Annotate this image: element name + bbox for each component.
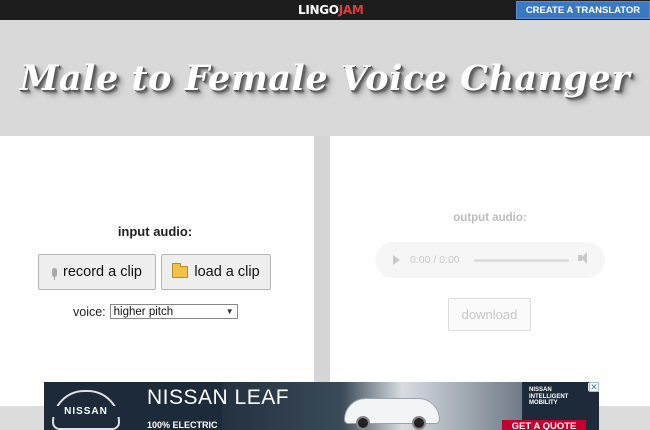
wheel-icon: [412, 416, 426, 430]
logo-accent-text: JAM: [338, 3, 364, 17]
ad-subline: 100% ELECTRIC: [147, 420, 218, 430]
ad-headline: NISSAN LEAF: [147, 386, 290, 409]
ad-tagline: NISSAN INTELLIGENT MOBILITY: [529, 387, 568, 407]
load-clip-label: load a clip: [194, 264, 260, 280]
volume-icon[interactable]: [578, 252, 587, 264]
voice-row: voice: higher pitch ▼: [73, 304, 238, 319]
play-icon[interactable]: [393, 255, 400, 265]
ad-close-icon[interactable]: ✕: [589, 382, 599, 392]
ad-tagline-line: MOBILITY: [529, 400, 558, 406]
ad-brand-text: NISSAN: [44, 406, 128, 417]
input-audio-label: input audio:: [117, 224, 193, 239]
top-bar: LINGOJAM CREATE A TRANSLATOR: [0, 0, 650, 20]
load-clip-button[interactable]: load a clip: [161, 254, 271, 290]
get-quote-button[interactable]: GET A QUOTE: [502, 420, 586, 430]
voice-select[interactable]: higher pitch ▼: [109, 304, 238, 319]
voice-label: voice:: [73, 304, 106, 319]
voice-selected-value: higher pitch: [113, 305, 174, 318]
page-title: Male to Female Voice Changer: [19, 58, 631, 99]
site-logo[interactable]: LINGOJAM: [298, 3, 364, 17]
output-audio-label: output audio:: [453, 212, 527, 224]
microphone-icon: [52, 267, 57, 280]
record-clip-button[interactable]: record a clip: [38, 254, 156, 290]
chevron-down-icon: ▼: [225, 307, 234, 316]
hero-banner: Male to Female Voice Changer: [0, 20, 650, 136]
wheel-icon: [356, 416, 370, 430]
time-display: 0:00 / 0:00: [410, 254, 460, 266]
download-button[interactable]: download: [448, 298, 531, 331]
audio-player: 0:00 / 0:00: [375, 242, 605, 278]
seek-bar[interactable]: [474, 259, 569, 262]
create-translator-button[interactable]: CREATE A TRANSLATOR: [516, 1, 650, 19]
advertisement-banner[interactable]: NISSAN NISSAN LEAF 100% ELECTRIC NISSAN …: [44, 382, 599, 430]
record-clip-label: record a clip: [63, 264, 142, 280]
logo-main-text: LINGO: [298, 3, 339, 17]
folder-icon: [172, 263, 189, 278]
